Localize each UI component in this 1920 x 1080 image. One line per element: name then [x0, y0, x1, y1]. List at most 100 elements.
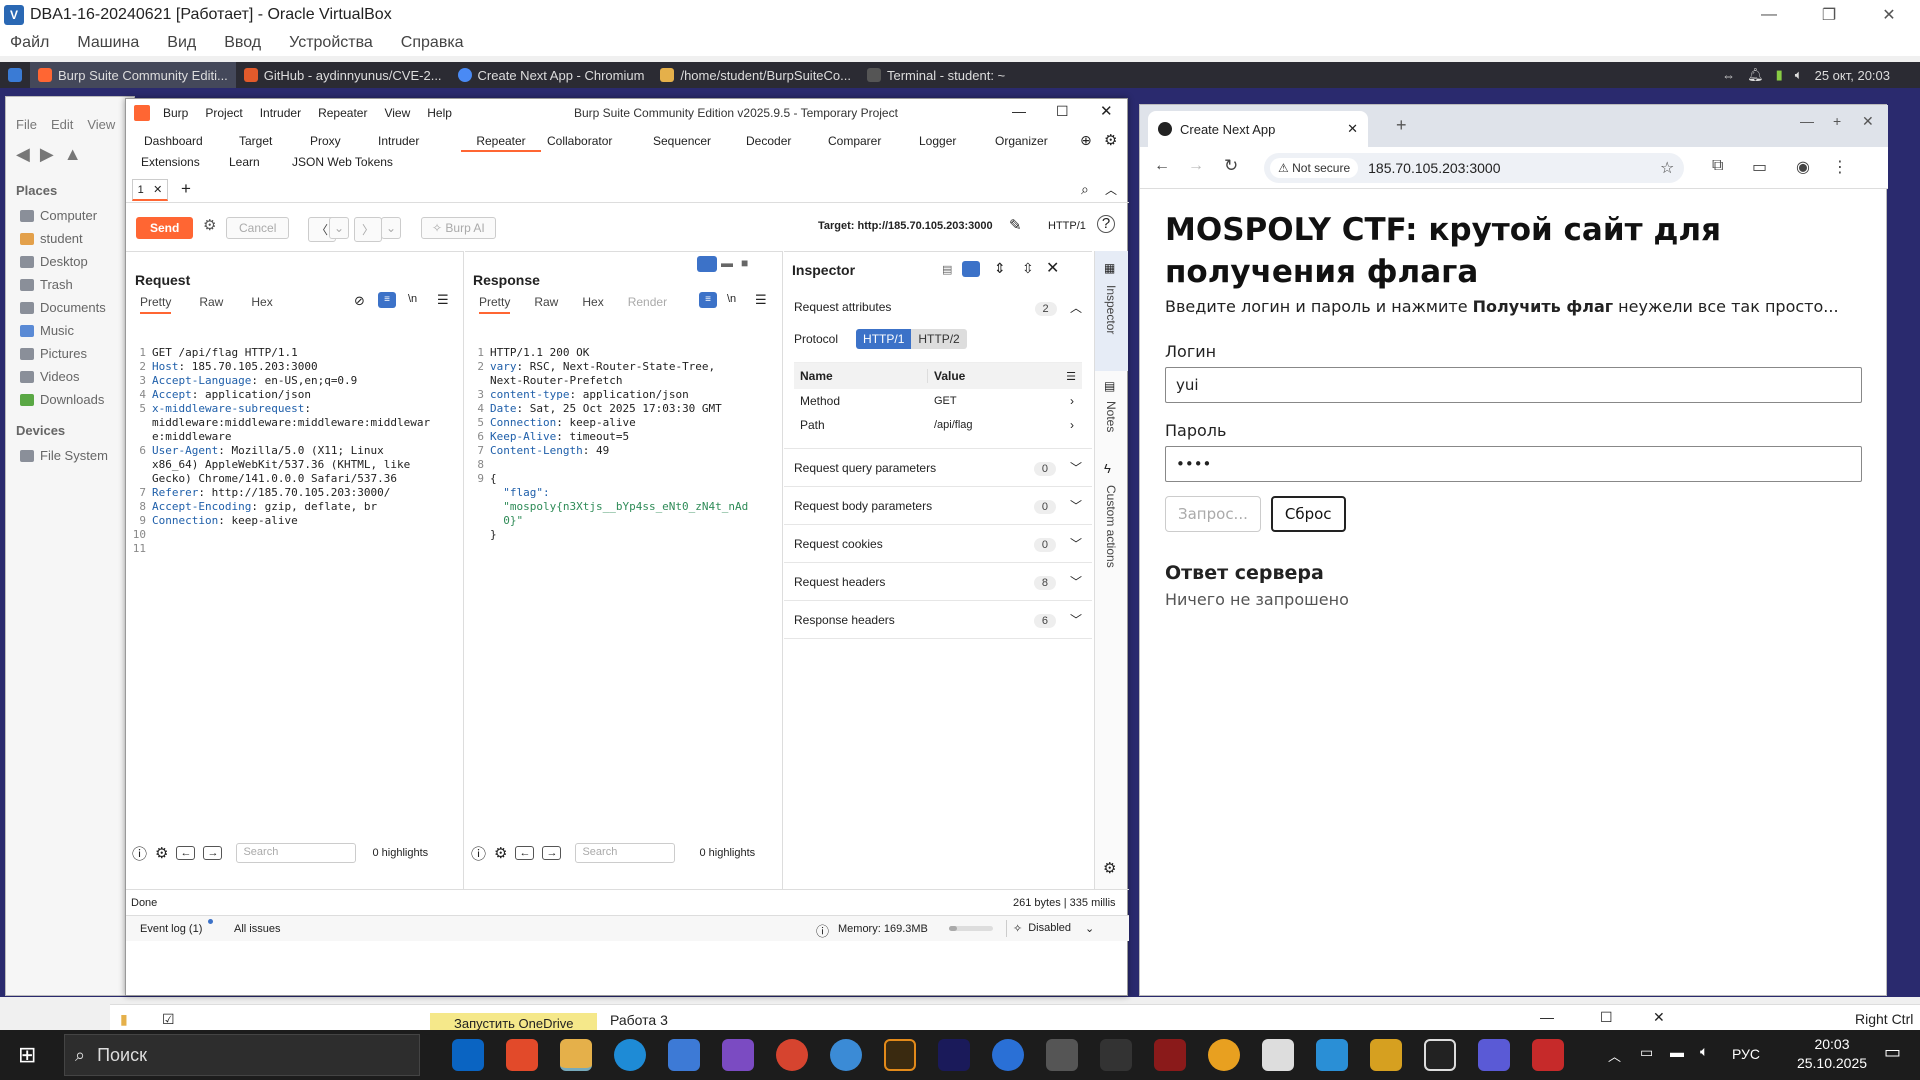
profile-icon[interactable]: ◉ — [1796, 157, 1810, 177]
event-log-link[interactable]: Event log (1) — [140, 923, 202, 935]
task-github[interactable]: GitHub - aydinnyunus/CVE-2... — [236, 62, 450, 88]
fm-menu-edit[interactable]: Edit — [51, 117, 73, 132]
resp-tab-pretty[interactable]: Pretty — [479, 295, 511, 314]
not-secure-chip[interactable]: ⚠ Not secure — [1270, 158, 1359, 178]
burp-menu-help[interactable]: Help — [427, 106, 452, 120]
fm-menu-view[interactable]: View — [87, 117, 115, 132]
chrome-maximize-icon[interactable]: + — [1833, 113, 1841, 129]
add-tab-icon[interactable]: + — [181, 179, 191, 199]
task-terminal[interactable]: Terminal - student: ~ — [859, 62, 1013, 88]
forward-icon[interactable]: → — [1188, 157, 1204, 175]
resp-newline-toggle[interactable]: \n — [727, 293, 736, 305]
outlook-icon[interactable] — [452, 1039, 484, 1071]
place-videos[interactable]: Videos — [6, 365, 134, 388]
tab-dashboard[interactable]: Dashboard — [144, 130, 203, 152]
chrome-tab[interactable]: Create Next App ✕ — [1148, 111, 1368, 147]
protocol-http2-button[interactable]: HTTP/2 — [911, 329, 967, 349]
tab-json-web-tokens[interactable]: JSON Web Tokens — [292, 151, 393, 173]
tab-extensions[interactable]: Extensions — [141, 151, 200, 173]
history-forward-button[interactable]: 〉 — [354, 217, 383, 242]
place-downloads[interactable]: Downloads — [6, 388, 134, 411]
place-student[interactable]: student — [6, 227, 134, 250]
chevron-up-icon[interactable]: ︿ — [1105, 181, 1117, 198]
reset-button[interactable]: Сброс — [1270, 496, 1346, 532]
tab-search-icon[interactable]: ▭ — [1752, 157, 1767, 177]
settings-gear-icon[interactable]: ⚙ — [1104, 131, 1117, 149]
side-tab-custom-actions[interactable]: ϟ Custom actions — [1095, 457, 1128, 577]
target-label[interactable]: Target: http://185.70.105.203:3000 — [818, 220, 993, 232]
burp-menu-view[interactable]: View — [384, 106, 410, 120]
chrome-icon[interactable] — [776, 1039, 808, 1071]
tab-decoder[interactable]: Decoder — [746, 130, 791, 152]
req-tab-pretty[interactable]: Pretty — [140, 295, 172, 314]
resp-settings-icon[interactable]: ⚙ — [494, 844, 507, 862]
req-tab-raw[interactable]: Raw — [199, 295, 223, 314]
menu-machine[interactable]: Машина — [77, 34, 139, 52]
protocol-http1-button[interactable]: HTTP/1 — [856, 329, 912, 349]
req-next-icon[interactable]: → — [203, 846, 223, 860]
explorer-icon[interactable] — [560, 1039, 592, 1071]
resp-tab-render[interactable]: Render — [628, 295, 667, 314]
taskbar-search[interactable]: ⌕ Поиск — [64, 1034, 420, 1076]
illustrator-icon[interactable] — [884, 1039, 916, 1071]
app-icon[interactable] — [1316, 1039, 1348, 1071]
section-body-params[interactable]: Request body parameters 0 ﹀ — [784, 487, 1092, 525]
burp-ai-button[interactable]: ✧ Burp AI — [421, 217, 496, 239]
battery-icon[interactable]: ▬ — [1670, 1044, 1684, 1060]
resp-tab-raw[interactable]: Raw — [534, 295, 558, 314]
language-indicator[interactable]: РУС — [1732, 1046, 1760, 1062]
section-query-params[interactable]: Request query parameters 0 ﹀ — [784, 449, 1092, 487]
hide-eye-icon[interactable]: ⊘ — [354, 293, 365, 309]
app-icon[interactable] — [1100, 1039, 1132, 1071]
guest-clock[interactable]: 25 окт, 20:03 — [1815, 68, 1890, 83]
burp-maximize-icon[interactable]: ☐ — [1056, 103, 1069, 120]
extensions-icon[interactable]: ⧉ — [1712, 157, 1723, 175]
resp-next-icon[interactable]: → — [542, 846, 562, 860]
new-tab-icon[interactable]: + — [1396, 115, 1407, 136]
place-computer[interactable]: Computer — [6, 204, 134, 227]
chrome-menu-icon[interactable]: ⋮ — [1832, 157, 1848, 177]
restore-icon[interactable]: ❐ — [1800, 0, 1858, 30]
back-icon[interactable]: ← — [1154, 157, 1170, 175]
attr-row-path[interactable]: Path /api/flag › — [794, 413, 1082, 437]
tab-sequencer[interactable]: Sequencer — [653, 130, 711, 152]
layout-single-icon[interactable]: ■ — [741, 256, 748, 270]
ai-status-dropdown[interactable]: ✧ Disabled ⌄ — [1006, 920, 1100, 937]
burp-close-icon[interactable]: ✕ — [1100, 102, 1113, 120]
taskbar-date[interactable]: 25.10.2025 — [1792, 1055, 1872, 1071]
forward-arrow-icon[interactable]: ▶ — [40, 144, 54, 165]
place-pictures[interactable]: Pictures — [6, 342, 134, 365]
premiere-icon[interactable] — [938, 1039, 970, 1071]
chrome-minimize-icon[interactable]: — — [1800, 113, 1814, 129]
repeater-tab-1[interactable]: 1 ✕ — [132, 179, 168, 201]
side-settings-icon[interactable]: ⚙ — [1103, 859, 1116, 877]
globe-icon[interactable]: ⊕ — [1080, 132, 1092, 149]
tab-proxy[interactable]: Proxy — [310, 130, 341, 152]
app-icon[interactable] — [1424, 1039, 1456, 1071]
app-icon[interactable] — [1154, 1039, 1186, 1071]
req-search-input[interactable]: Search — [236, 843, 357, 863]
password-input[interactable]: •••• — [1165, 446, 1862, 482]
network-icon[interactable]: ⇔ — [1722, 68, 1735, 83]
req-tab-hex[interactable]: Hex — [251, 295, 272, 314]
tab-collaborator[interactable]: Collaborator — [547, 130, 612, 152]
tab-organizer[interactable]: Organizer — [995, 130, 1048, 152]
section-response-headers[interactable]: Response headers 6 ﹀ — [784, 601, 1092, 639]
strip-minimize-icon[interactable]: — — [1540, 1009, 1554, 1025]
section-cookies[interactable]: Request cookies 0 ﹀ — [784, 525, 1092, 563]
http-version[interactable]: HTTP/1 — [1048, 220, 1086, 232]
collapse-all-icon[interactable]: ⇳ — [1022, 260, 1034, 277]
send-settings-icon[interactable]: ⚙ — [203, 216, 216, 234]
menu-file[interactable]: Файл — [10, 34, 49, 52]
resp-prev-icon[interactable]: ← — [515, 846, 535, 860]
device-filesystem[interactable]: File System — [6, 444, 134, 467]
close-icon[interactable]: ✕ — [1860, 0, 1918, 30]
chrome-close-icon[interactable]: ✕ — [1862, 113, 1874, 130]
resp-menu-icon[interactable]: ☰ — [755, 292, 767, 308]
response-editor[interactable]: 1 HTTP/1.1 200 OK 2 vary: RSC, Next-Router-… — [470, 318, 780, 570]
burp-menu-repeater[interactable]: Repeater — [318, 106, 367, 120]
menu-input[interactable]: Ввод — [224, 34, 261, 52]
menu-devices[interactable]: Устройства — [289, 34, 373, 52]
app-icon[interactable] — [830, 1039, 862, 1071]
close-tab-icon[interactable]: ✕ — [153, 183, 162, 196]
